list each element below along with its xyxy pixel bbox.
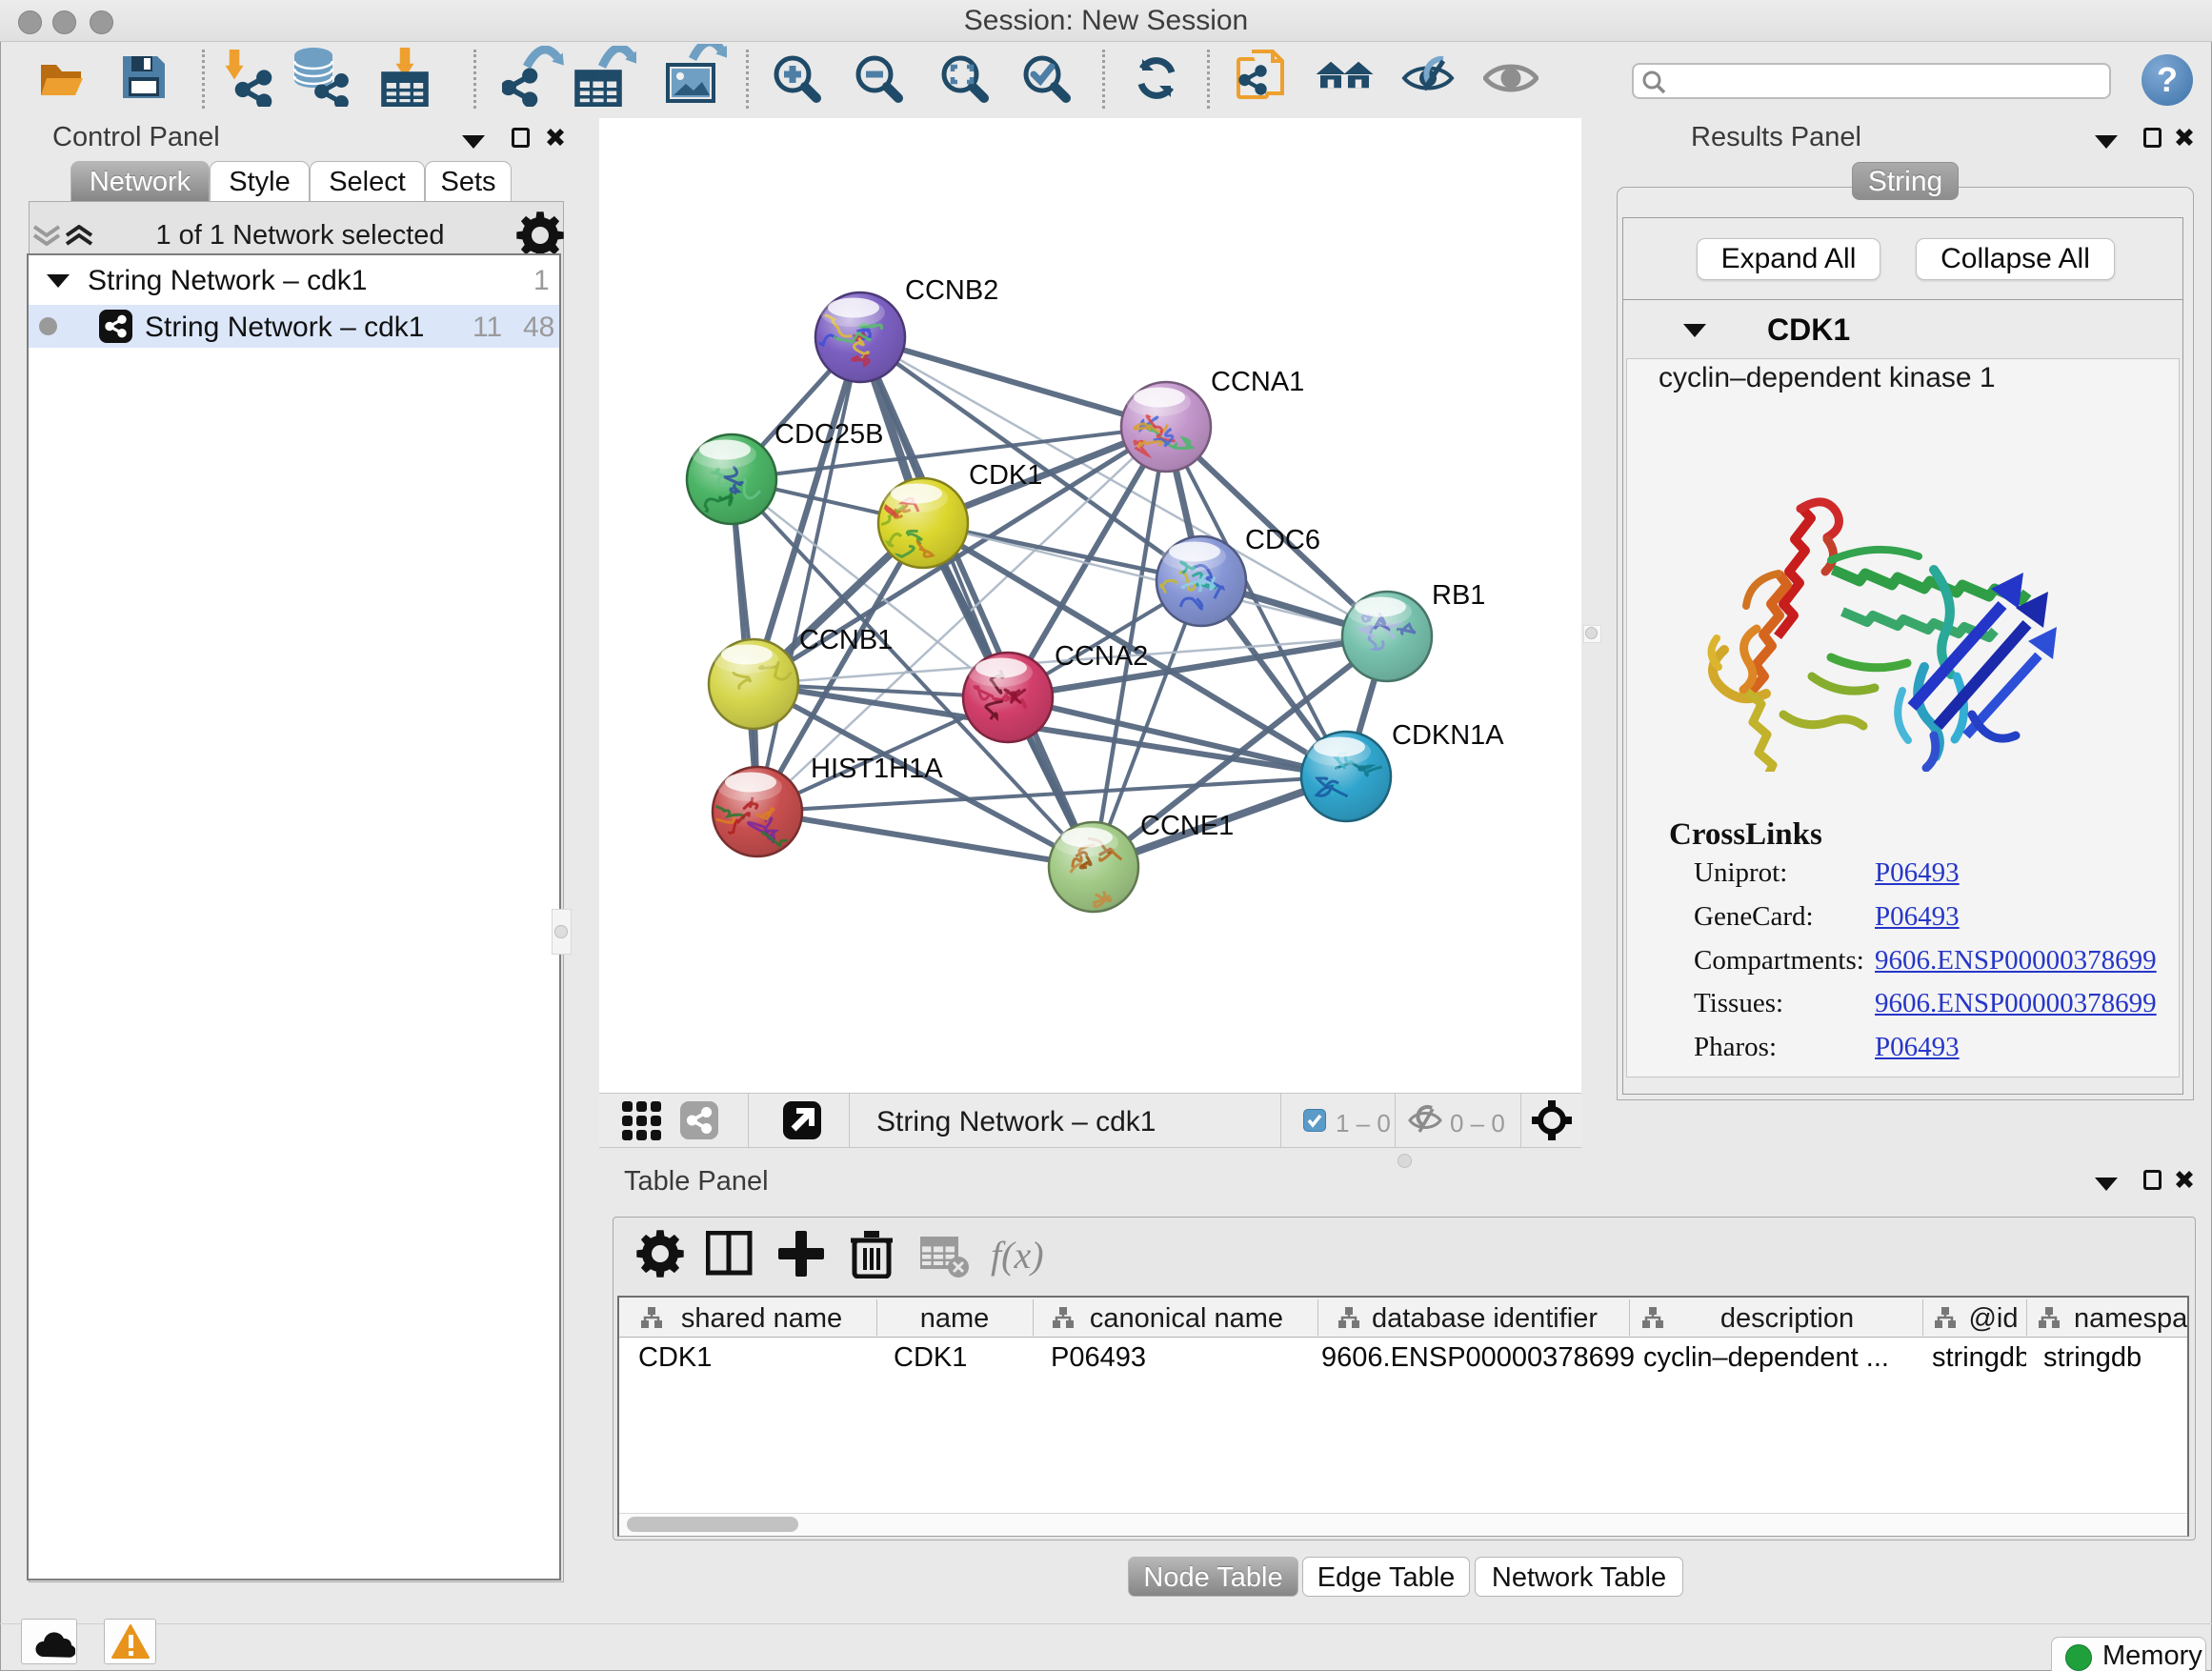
svg-text:HIST1H1A: HIST1H1A xyxy=(811,754,943,784)
svg-text:CCNB1: CCNB1 xyxy=(799,625,893,655)
svg-text:CCNB2: CCNB2 xyxy=(905,275,998,306)
svg-text:CDC25B: CDC25B xyxy=(774,419,883,450)
svg-text:CDK1: CDK1 xyxy=(969,460,1042,491)
svg-text:RB1: RB1 xyxy=(1432,580,1485,611)
svg-text:CDKN1A: CDKN1A xyxy=(1392,720,1504,751)
svg-text:CCNA2: CCNA2 xyxy=(1055,641,1148,672)
svg-text:CCNA1: CCNA1 xyxy=(1211,367,1304,397)
svg-text:CCNE1: CCNE1 xyxy=(1140,811,1234,841)
svg-text:CDC6: CDC6 xyxy=(1245,525,1320,555)
